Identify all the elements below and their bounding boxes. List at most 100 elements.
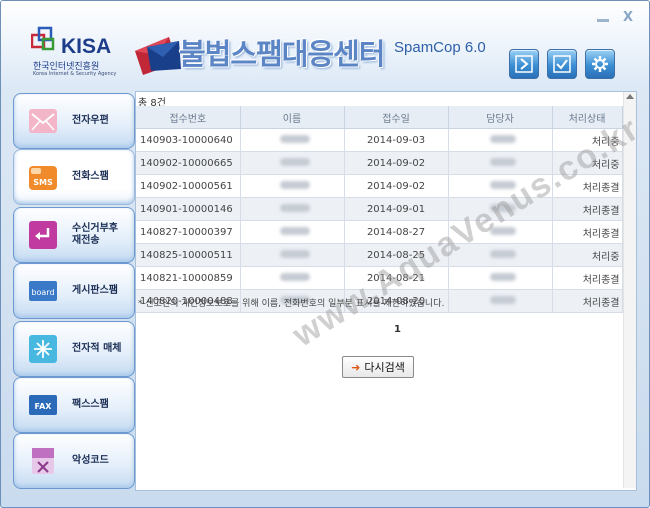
cell-status: 처리종결 — [552, 289, 623, 313]
cell-manager-redacted — [448, 220, 553, 244]
search-again-label: 다시검색 — [364, 361, 405, 374]
app-version: SpamCop 6.0 — [394, 39, 486, 56]
cell-date: 2014-09-02 — [344, 174, 449, 198]
sidebar-item-email[interactable]: 전자우편 — [13, 93, 135, 149]
minimize-button[interactable] — [597, 11, 611, 25]
sidebar-item-resend[interactable]: 수신거부후 재전송 — [13, 207, 135, 263]
page-number[interactable]: 1 — [394, 324, 401, 335]
cell-manager-redacted — [448, 151, 553, 175]
confirm-button[interactable] — [547, 49, 577, 79]
sidebar-item-phone-spam[interactable]: SMS 전화스팸 — [13, 149, 135, 205]
cell-id: 140827-10000397 — [136, 220, 241, 244]
cell-id: 140902-10000561 — [136, 174, 241, 198]
privacy-notice: * 신고인의 개인정보보호를 위해 이름, 전화번호의 일부분 표시를 제한하였… — [138, 299, 445, 309]
cell-id: 140901-10000146 — [136, 197, 241, 221]
table-row[interactable]: 140901-10000146 2014-09-01 처리종결 — [136, 197, 623, 221]
board-icon-text: board — [31, 288, 54, 297]
cell-date: 2014-08-27 — [344, 220, 449, 244]
envelope-icon — [135, 37, 181, 75]
kisa-logo-mark-icon — [31, 26, 55, 51]
sparkle-icon — [29, 335, 57, 363]
column-header-id[interactable]: 접수번호 — [136, 106, 241, 129]
cell-name-redacted — [240, 174, 345, 198]
minimize-icon — [597, 19, 609, 22]
cell-name-redacted — [240, 151, 345, 175]
cell-date: 2014-09-03 — [344, 128, 449, 152]
title-bar: X KISA 한국인터넷진흥원 Korea Internet & Securit… — [1, 1, 649, 89]
sidebar-item-board-spam[interactable]: board 게시판스팸 — [13, 263, 135, 319]
sidebar-label-phone-spam: 전화스팸 — [72, 171, 109, 182]
kisa-logo: KISA 한국인터넷진흥원 Korea Internet & Security … — [31, 25, 131, 81]
sidebar-item-electronic-media[interactable]: 전자적 매체 — [13, 321, 135, 377]
cell-status: 처리중 — [552, 151, 623, 175]
cell-id: 140825-10000511 — [136, 243, 241, 267]
board-icon: board — [29, 281, 57, 301]
arrow-right-icon: ➜ — [351, 360, 361, 374]
cell-manager-redacted — [448, 197, 553, 221]
email-icon — [29, 109, 57, 133]
cell-name-redacted — [240, 243, 345, 267]
malware-icon — [32, 448, 54, 474]
results-panel: 총 8건 접수번호 이름 접수일 담당자 처리상태 140903-1000064… — [135, 91, 647, 491]
cell-status: 처리종결 — [552, 220, 623, 244]
cell-name-redacted — [240, 220, 345, 244]
go-button[interactable] — [509, 49, 539, 79]
cell-id: 140903-10000640 — [136, 128, 241, 152]
logo-english: Korea Internet & Security Agency — [33, 71, 117, 77]
fax-icon: FAX — [29, 395, 57, 415]
cell-date: 2014-09-01 — [344, 197, 449, 221]
fax-icon-text: FAX — [35, 402, 53, 411]
cell-status: 처리종결 — [552, 266, 623, 290]
settings-button[interactable] — [585, 49, 615, 79]
sidebar: 전자우편 SMS 전화스팸 수신거부후 재전송 board 게시판스팸 전자적 … — [13, 91, 135, 491]
sidebar-label-resend: 수신거부후 재전송 — [72, 223, 118, 246]
table-row[interactable]: 140827-10000397 2014-08-27 처리종결 — [136, 220, 623, 244]
table-row[interactable]: 140825-10000511 2014-08-25 처리중 — [136, 243, 623, 267]
gear-icon — [592, 56, 608, 72]
cell-date: 2014-09-02 — [344, 151, 449, 175]
table-row[interactable]: 140903-10000640 2014-09-03 처리중 — [136, 128, 623, 152]
app-window: X KISA 한국인터넷진흥원 Korea Internet & Securit… — [0, 0, 650, 508]
search-again-button[interactable]: ➜ 다시검색 — [342, 356, 414, 378]
table-header-row: 접수번호 이름 접수일 담당자 처리상태 — [136, 106, 623, 129]
arrow-right-icon — [515, 55, 533, 73]
sms-icon: SMS — [29, 166, 57, 190]
cell-name-redacted — [240, 266, 345, 290]
cell-manager-redacted — [448, 243, 553, 267]
sidebar-item-fax-spam[interactable]: FAX 팩스스팸 — [13, 377, 135, 433]
cell-name-redacted — [240, 128, 345, 152]
checkmark-icon — [553, 55, 571, 73]
sms-icon-text: SMS — [33, 178, 53, 187]
cell-status: 처리종결 — [552, 174, 623, 198]
logo-name: KISA — [61, 35, 112, 58]
sidebar-item-malware[interactable]: 악성코드 — [13, 433, 135, 489]
scroll-up-icon[interactable] — [626, 94, 634, 99]
vertical-scrollbar[interactable] — [623, 92, 636, 488]
sidebar-label-malware: 악성코드 — [72, 455, 109, 466]
cell-name-redacted — [240, 197, 345, 221]
sidebar-label-email: 전자우편 — [72, 115, 109, 126]
cell-manager-redacted — [448, 128, 553, 152]
cell-manager-redacted — [448, 174, 553, 198]
column-header-date[interactable]: 접수일 — [344, 106, 449, 129]
sidebar-label-electronic-media: 전자적 매체 — [72, 343, 122, 354]
close-button[interactable]: X — [621, 11, 635, 25]
cell-manager-redacted — [448, 289, 553, 313]
table-row[interactable]: 140902-10000665 2014-09-02 처리중 — [136, 151, 623, 175]
sidebar-label-board-spam: 게시판스팸 — [72, 285, 118, 296]
results-table: 접수번호 이름 접수일 담당자 처리상태 140903-10000640 201… — [136, 106, 623, 313]
column-header-manager[interactable]: 담당자 — [448, 106, 553, 129]
table-row[interactable]: 140902-10000561 2014-09-02 처리종결 — [136, 174, 623, 198]
cell-id: 140821-10000859 — [136, 266, 241, 290]
cell-manager-redacted — [448, 266, 553, 290]
cell-status: 처리중 — [552, 243, 623, 267]
app-title: 불법스팸대응센터 — [179, 37, 385, 71]
cell-date: 2014-08-21 — [344, 266, 449, 290]
redirect-icon — [29, 221, 57, 249]
cell-date: 2014-08-25 — [344, 243, 449, 267]
column-header-name[interactable]: 이름 — [240, 106, 345, 129]
column-header-status[interactable]: 처리상태 — [552, 106, 623, 129]
table-row[interactable]: 140821-10000859 2014-08-21 처리종결 — [136, 266, 623, 290]
sidebar-label-fax-spam: 팩스스팸 — [72, 399, 109, 410]
cell-status: 처리중 — [552, 128, 623, 152]
